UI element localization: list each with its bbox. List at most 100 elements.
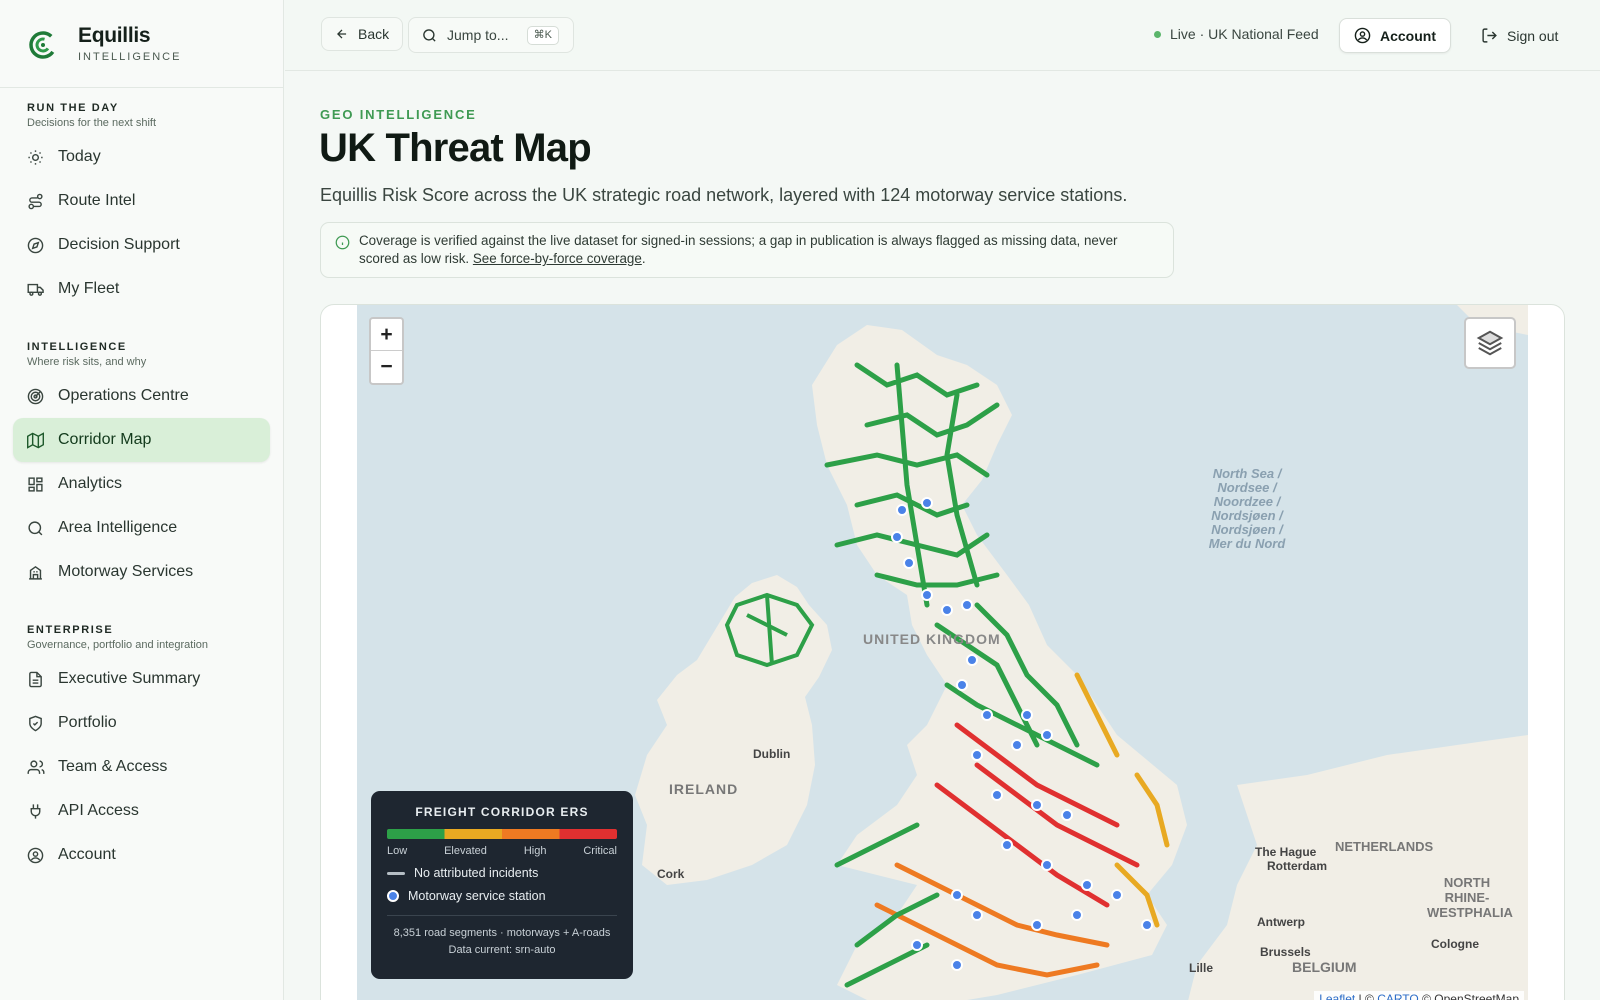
zoom-out-button[interactable]: − [371, 351, 402, 383]
map-label-north-sea: North Sea / Nordsee / Noordzee / Nordsjø… [1208, 466, 1286, 551]
brand-sub: INTELLIGENCE [78, 51, 182, 63]
map-label-ireland: IRELAND [669, 781, 739, 797]
legend-divider [387, 915, 617, 916]
back-label: Back [358, 26, 390, 42]
dashboard-grid-icon [26, 475, 45, 494]
legend-level: Critical [583, 845, 617, 857]
page-eyebrow: GEO INTELLIGENCE [320, 107, 477, 122]
map-label-cork: Cork [657, 867, 685, 881]
section-title: RUN THE DAY [27, 102, 119, 114]
coverage-link[interactable]: See force-by-force coverage [473, 251, 642, 266]
topbar: Back Jump to... ⌘K Live · UK National Fe… [285, 0, 1600, 71]
legend-title: FREIGHT CORRIDOR ERS [415, 805, 589, 819]
legend-scale-labels: Low Elevated High Critical [387, 845, 617, 857]
equillis-logo-icon [29, 30, 57, 59]
sidebar: Equillis INTELLIGENCE RUN THE DAY Decisi… [0, 0, 284, 1000]
nav-section-intelligence: INTELLIGENCE Where risk sits, and why Op… [0, 327, 283, 594]
sidebar-item-motorway-services[interactable]: Motorway Services [13, 550, 270, 594]
sidebar-item-decision-support[interactable]: Decision Support [13, 223, 270, 267]
legend-no-incidents: No attributed incidents [414, 866, 539, 880]
section-title: ENTERPRISE [27, 624, 114, 636]
sidebar-item-operations-centre[interactable]: Operations Centre [13, 374, 270, 418]
map-legend: FREIGHT CORRIDOR ERS Low Elevated High C… [371, 791, 633, 979]
nav-section-run-the-day: RUN THE DAY Decisions for the next shift… [0, 88, 283, 311]
sidebar-item-today[interactable]: Today [13, 135, 270, 179]
account-button[interactable]: Account [1339, 18, 1451, 53]
carto-link[interactable]: CARTO [1377, 992, 1419, 1000]
truck-icon [26, 280, 45, 299]
page-subtitle: Equillis Risk Score across the UK strate… [320, 185, 1128, 205]
legend-row-service-station: Motorway service station [387, 889, 617, 903]
map-label-lille: Lille [1189, 961, 1214, 975]
legend-level: Low [387, 845, 408, 857]
live-dot-icon [1154, 30, 1161, 38]
live-status-label: Live · UK National Feed [1170, 26, 1319, 42]
sidebar-item-portfolio[interactable]: Portfolio [13, 701, 270, 745]
osm-attribution[interactable]: © OpenStreetMap [1422, 992, 1519, 1000]
page-title: UK Threat Map [319, 126, 592, 170]
sidebar-item-team-access[interactable]: Team & Access [13, 745, 270, 789]
map-label-rotterdam: Rotterdam [1267, 859, 1328, 873]
shield-icon [26, 714, 45, 733]
radar-icon [26, 387, 45, 406]
map-label-brussels: Brussels [1260, 945, 1311, 959]
document-icon [26, 670, 45, 689]
map-card: IRELAND UNITED KINGDOM Dublin Cork North… [320, 304, 1565, 1000]
user-circle-icon [1354, 27, 1371, 44]
map-label-uk: UNITED KINGDOM [863, 631, 1001, 647]
sidebar-item-label: Account [58, 846, 116, 863]
map-label-antwerp: Antwerp [1257, 915, 1305, 929]
compass-icon [26, 236, 45, 255]
sun-icon [26, 148, 45, 167]
arrow-left-icon [337, 29, 347, 39]
sidebar-item-area-intelligence[interactable]: Area Intelligence [13, 506, 270, 550]
legend-service-station: Motorway service station [408, 889, 546, 903]
account-label: Account [1380, 27, 1436, 44]
map-label-netherlands: NETHERLANDS [1335, 839, 1434, 854]
jump-to-search[interactable]: Jump to... ⌘K [408, 17, 574, 53]
sidebar-item-label: Team & Access [58, 758, 168, 775]
map-label-dublin: Dublin [753, 747, 791, 761]
map-label-belgium: BELGIUM [1292, 959, 1357, 975]
legend-scale-bar [387, 829, 617, 839]
threat-map[interactable]: IRELAND UNITED KINGDOM Dublin Cork North… [357, 305, 1528, 1000]
brand[interactable]: Equillis INTELLIGENCE [0, 0, 283, 88]
sidebar-item-analytics[interactable]: Analytics [13, 462, 270, 506]
sidebar-item-label: Operations Centre [58, 387, 189, 404]
sidebar-item-label: My Fleet [58, 280, 120, 297]
sidebar-item-label: Route Intel [58, 192, 136, 209]
section-subtitle: Decisions for the next shift [27, 117, 157, 129]
sidebar-item-label: Executive Summary [58, 670, 201, 687]
legend-footer: 8,351 road segments · motorways + A-road… [387, 925, 617, 959]
live-status: Live · UK National Feed [1154, 26, 1319, 42]
zoom-in-button[interactable]: + [371, 319, 402, 351]
legend-level: High [523, 845, 547, 857]
sign-out-button[interactable]: Sign out [1473, 18, 1566, 53]
map-attribution: Leaflet | © CARTO © OpenStreetMap [1314, 991, 1524, 1000]
sidebar-item-label: Today [58, 148, 101, 165]
sidebar-item-corridor-map[interactable]: Corridor Map [13, 418, 270, 462]
sidebar-item-label: Corridor Map [58, 431, 152, 448]
blue-dot-icon [387, 890, 399, 902]
sign-out-label: Sign out [1507, 27, 1559, 44]
leaflet-link[interactable]: Leaflet [1319, 992, 1355, 1000]
sidebar-item-api-access[interactable]: API Access [13, 789, 270, 833]
legend-data-current: Data current: srn-auto [448, 944, 556, 956]
sidebar-item-my-fleet[interactable]: My Fleet [13, 267, 270, 311]
section-subtitle: Where risk sits, and why [27, 356, 147, 368]
user-circle-icon [26, 846, 45, 865]
sidebar-item-executive-summary[interactable]: Executive Summary [13, 657, 270, 701]
search-icon [26, 519, 45, 538]
section-subtitle: Governance, portfolio and integration [27, 639, 209, 651]
users-icon [26, 758, 45, 777]
sidebar-item-label: Analytics [58, 475, 123, 492]
sidebar-item-route-intel[interactable]: Route Intel [13, 179, 270, 223]
sidebar-item-label: API Access [58, 802, 139, 819]
sidebar-item-account[interactable]: Account [13, 833, 270, 877]
back-button[interactable]: Back [321, 17, 404, 51]
map-label-nrw: NORTH RHINE-WESTPHALIA [1427, 875, 1513, 920]
layers-button[interactable] [1464, 317, 1516, 369]
brand-name: Equillis [78, 24, 151, 47]
legend-row-no-incidents: No attributed incidents [387, 866, 617, 880]
log-out-icon [1482, 28, 1497, 43]
